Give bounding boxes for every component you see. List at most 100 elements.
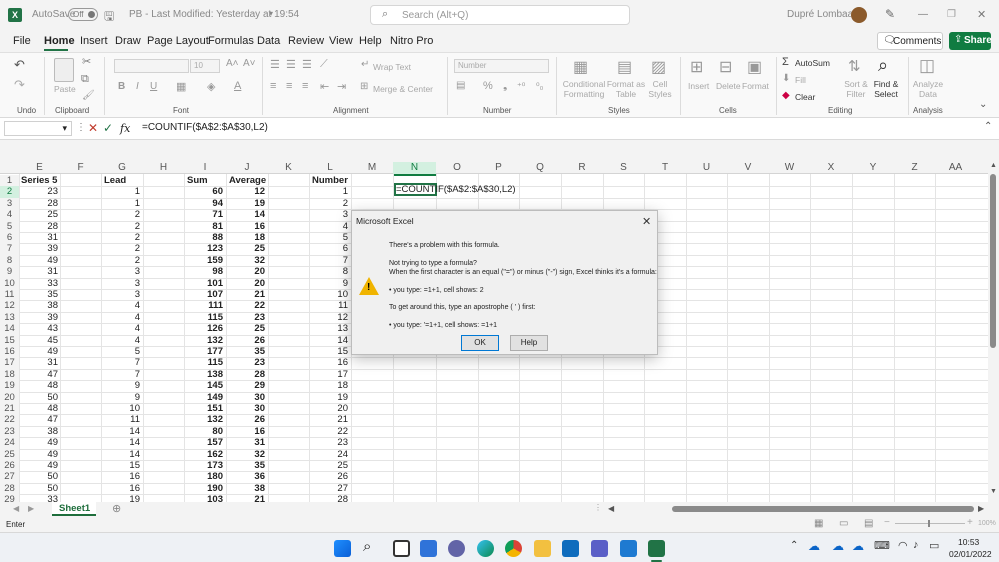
chevron-down-icon[interactable]: ▾ bbox=[269, 9, 273, 18]
align-left-icon[interactable]: ≡ bbox=[270, 80, 276, 92]
formula-input[interactable]: =COUNTIF($A$2:$A$30,L2) bbox=[142, 122, 268, 133]
expand-formula-bar-icon[interactable]: ⌃ bbox=[984, 121, 992, 132]
ok-button[interactable]: OK bbox=[461, 335, 499, 351]
row-header[interactable]: 1 bbox=[0, 175, 19, 187]
cell[interactable]: 9 bbox=[101, 380, 141, 391]
cell[interactable]: 30 bbox=[226, 403, 266, 414]
row-header[interactable]: 12 bbox=[0, 300, 19, 312]
widgets-icon[interactable] bbox=[420, 540, 437, 557]
cell[interactable]: 11 bbox=[101, 414, 141, 425]
hscroll-left-icon[interactable]: ◀ bbox=[608, 504, 614, 513]
cell[interactable]: 17 bbox=[309, 369, 349, 380]
row-header[interactable]: 3 bbox=[0, 197, 19, 210]
cell[interactable]: 32 bbox=[226, 449, 266, 460]
name-box[interactable]: ▾ bbox=[4, 121, 72, 136]
cell[interactable]: 39 bbox=[19, 243, 59, 254]
row-header[interactable]: 17 bbox=[0, 357, 19, 369]
cell[interactable]: 94 bbox=[184, 198, 224, 209]
autosave-toggle[interactable]: Off bbox=[68, 8, 98, 21]
edge-icon[interactable] bbox=[477, 540, 494, 557]
row-header[interactable]: 18 bbox=[0, 368, 19, 381]
task-view-icon[interactable] bbox=[393, 540, 410, 557]
cell[interactable]: 49 bbox=[19, 346, 59, 357]
comma-icon[interactable]: ❟ bbox=[503, 80, 507, 93]
cell[interactable]: 16 bbox=[226, 426, 266, 437]
cell[interactable]: 38 bbox=[19, 300, 59, 311]
cell[interactable]: 115 bbox=[184, 312, 224, 323]
cell[interactable]: 24 bbox=[309, 449, 349, 460]
cell[interactable]: 38 bbox=[226, 483, 266, 494]
cell[interactable]: 11 bbox=[309, 300, 349, 311]
cell[interactable]: 21 bbox=[226, 289, 266, 300]
file-explorer-icon[interactable] bbox=[534, 540, 551, 557]
cell[interactable]: 80 bbox=[184, 426, 224, 437]
cell[interactable]: 35 bbox=[226, 346, 266, 357]
format-cells-icon[interactable]: ▣ bbox=[747, 57, 762, 77]
italic-icon[interactable]: I bbox=[136, 81, 139, 92]
battery-icon[interactable]: ▭ bbox=[929, 539, 939, 552]
cell[interactable]: 43 bbox=[19, 323, 59, 334]
cell[interactable]: 36 bbox=[226, 471, 266, 482]
cell[interactable]: 13 bbox=[309, 323, 349, 334]
cell[interactable]: 33 bbox=[19, 494, 59, 502]
cell[interactable]: 132 bbox=[184, 414, 224, 425]
cell[interactable]: 14 bbox=[101, 426, 141, 437]
borders-icon[interactable]: ▦ bbox=[176, 80, 186, 93]
cell[interactable]: Average bbox=[229, 175, 269, 186]
cell[interactable]: 47 bbox=[19, 369, 59, 380]
increase-decimal-icon[interactable]: ⁺⁰ bbox=[517, 81, 525, 92]
cell[interactable]: 25 bbox=[309, 460, 349, 471]
cell[interactable]: 15 bbox=[309, 346, 349, 357]
delete-cells-label[interactable]: Delete bbox=[716, 81, 741, 91]
keyboard-icon[interactable]: ⌨ bbox=[874, 539, 890, 552]
clear-icon[interactable]: ◆ bbox=[782, 90, 790, 101]
cell[interactable]: 47 bbox=[19, 414, 59, 425]
cell[interactable]: 173 bbox=[184, 460, 224, 471]
cell[interactable]: 49 bbox=[19, 460, 59, 471]
hscroll-right-icon[interactable]: ▶ bbox=[978, 504, 984, 513]
cell[interactable]: 31 bbox=[19, 357, 59, 368]
wrap-text-icon[interactable]: ↵ bbox=[361, 59, 369, 70]
cell[interactable]: 138 bbox=[184, 369, 224, 380]
column-header[interactable]: K bbox=[268, 162, 309, 176]
column-header[interactable]: I bbox=[184, 162, 226, 176]
cell[interactable]: 26 bbox=[226, 335, 266, 346]
cell[interactable]: 21 bbox=[226, 494, 266, 502]
row-header[interactable]: 13 bbox=[0, 311, 19, 324]
cell[interactable]: 31 bbox=[226, 437, 266, 448]
cell[interactable]: 26 bbox=[226, 414, 266, 425]
cell[interactable]: 22 bbox=[226, 300, 266, 311]
menu-home[interactable]: Home bbox=[44, 35, 75, 47]
cell[interactable]: 21 bbox=[309, 414, 349, 425]
column-header[interactable]: M bbox=[351, 162, 393, 176]
cell[interactable]: 71 bbox=[184, 209, 224, 220]
cell[interactable]: 35 bbox=[19, 289, 59, 300]
format-painter-icon[interactable]: 🖌 bbox=[82, 90, 95, 101]
cell[interactable]: 18 bbox=[309, 380, 349, 391]
cell[interactable]: 3 bbox=[101, 289, 141, 300]
camera-icon[interactable] bbox=[620, 540, 637, 557]
cell[interactable]: 157 bbox=[184, 437, 224, 448]
copy-icon[interactable]: ⧉ bbox=[81, 73, 89, 86]
menu-page-layout[interactable]: Page Layout bbox=[147, 35, 209, 47]
cell[interactable]: 180 bbox=[184, 471, 224, 482]
analyze-data-icon[interactable]: ◫ bbox=[919, 56, 935, 76]
cell[interactable]: 12 bbox=[309, 312, 349, 323]
cell[interactable]: 10 bbox=[309, 289, 349, 300]
find-select-label[interactable]: Find & Select bbox=[870, 79, 902, 99]
cell[interactable]: 28 bbox=[19, 198, 59, 209]
cell[interactable]: 49 bbox=[19, 437, 59, 448]
document-title[interactable]: PB - Last Modified: Yesterday at 19:54 bbox=[129, 9, 299, 20]
bold-icon[interactable]: B bbox=[118, 81, 125, 92]
cell[interactable]: 8 bbox=[309, 266, 349, 277]
cell[interactable]: 103 bbox=[184, 494, 224, 502]
cell[interactable]: 4 bbox=[101, 312, 141, 323]
redo-icon[interactable]: ↷ bbox=[14, 77, 25, 93]
column-header[interactable]: V bbox=[727, 162, 769, 176]
onedrive-icon[interactable]: ☁ bbox=[808, 539, 820, 553]
zoom-in-icon[interactable]: + bbox=[967, 517, 973, 528]
cell[interactable]: 33 bbox=[19, 278, 59, 289]
page-layout-view-icon[interactable]: ▭ bbox=[839, 518, 848, 529]
insert-cells-icon[interactable]: ⊞ bbox=[690, 57, 703, 77]
cell[interactable]: 107 bbox=[184, 289, 224, 300]
